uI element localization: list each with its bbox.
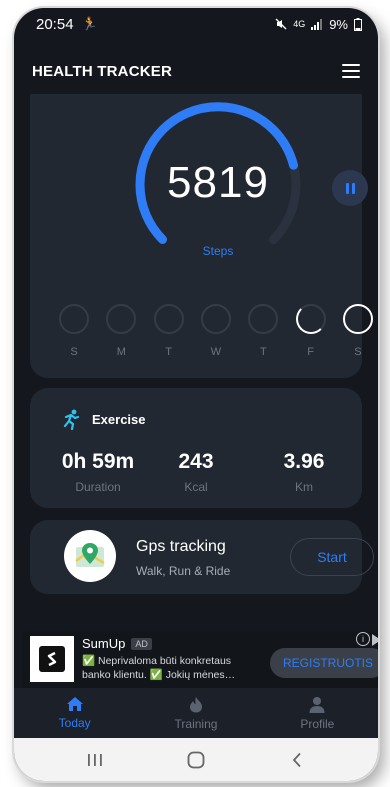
day-label: W: [210, 346, 222, 358]
network-label: 4G: [293, 19, 306, 29]
nav-today[interactable]: Today: [14, 688, 135, 738]
map-pin-icon: [64, 530, 116, 582]
battery-icon: [354, 17, 362, 31]
menu-icon[interactable]: [342, 64, 360, 78]
day-ring: [153, 304, 184, 334]
exercise-card[interactable]: Exercise 0h 59m Duration 243 Kcal 3.96 K…: [30, 388, 362, 508]
week-days: S M T W T F S: [58, 304, 374, 358]
recent-apps-button[interactable]: [75, 745, 115, 775]
day-ring: [59, 304, 89, 334]
battery-percent: 9%: [329, 16, 348, 32]
duration-label: Duration: [75, 480, 121, 494]
day-label: T: [259, 346, 267, 358]
adchoices-icon[interactable]: [372, 634, 378, 646]
running-icon: [63, 409, 80, 430]
home-circle-icon: [187, 751, 205, 768]
day-item: S: [58, 304, 90, 358]
day-ring: [200, 304, 231, 334]
km-value: 3.96: [283, 450, 325, 473]
recent-apps-icon: [87, 753, 102, 766]
day-label: S: [354, 346, 362, 358]
system-nav-bar: [14, 738, 378, 781]
day-item: T: [247, 304, 279, 358]
nav-profile-label: Profile: [300, 716, 335, 731]
ad-name: SumUp: [82, 636, 126, 651]
kcal-label: Kcal: [184, 480, 208, 494]
duration-value: 0h 59m: [61, 450, 135, 473]
day-label: S: [70, 346, 78, 358]
kcal-stat: 243 Kcal: [146, 450, 246, 494]
day-item: F: [295, 304, 327, 358]
kcal-value: 243: [178, 450, 214, 473]
day-ring: [295, 304, 326, 334]
nav-profile[interactable]: Profile: [257, 688, 378, 738]
nav-training[interactable]: Training: [135, 688, 256, 738]
ad-title-row: SumUp AD: [82, 636, 152, 651]
steps-card: 5819 Steps S M T W T F S: [30, 94, 373, 378]
running-icon: 🏃: [81, 16, 98, 31]
day-ring: [248, 304, 279, 334]
day-item: T: [153, 304, 185, 358]
ad-badge: AD: [131, 637, 152, 650]
km-stat: 3.96 Km: [254, 450, 354, 494]
ad-logo: [30, 636, 74, 682]
pause-button[interactable]: [332, 170, 368, 206]
home-button[interactable]: [176, 745, 216, 775]
back-icon: [293, 752, 301, 767]
day-ring: [342, 304, 373, 334]
duration-stat: 0h 59m Duration: [48, 450, 148, 494]
signal-icon: [311, 18, 323, 30]
bottom-nav: Today Training Profile: [14, 688, 378, 738]
status-time: 20:54: [36, 15, 74, 33]
sumup-logo-icon: [39, 646, 65, 672]
steps-label: Steps: [202, 244, 234, 258]
status-bar: 20:54 🏃 4G 9%: [14, 8, 378, 40]
day-ring: [106, 304, 137, 334]
info-icon[interactable]: i: [356, 632, 370, 646]
mute-icon: [275, 18, 287, 30]
exercise-header: Exercise: [60, 408, 146, 430]
phone-screen: 20:54 🏃 4G 9% HEALTH TRACKER 5819 Steps …: [14, 8, 378, 781]
back-button[interactable]: [277, 745, 317, 775]
gps-title: Gps tracking: [136, 538, 226, 555]
exercise-title: Exercise: [92, 411, 146, 427]
start-button[interactable]: Start: [290, 538, 374, 576]
day-label: T: [165, 346, 173, 358]
gps-subtitle: Walk, Run & Ride: [136, 564, 231, 578]
flame-icon: [189, 696, 202, 712]
day-label: F: [307, 346, 314, 358]
app-bar: HEALTH TRACKER: [14, 48, 378, 94]
ad-text: ✅ Neprivaloma būti konkretaus banko klie…: [82, 655, 236, 681]
day-label: M: [116, 346, 126, 358]
day-item: W: [200, 304, 232, 358]
day-item: S: [342, 304, 374, 358]
gps-card[interactable]: Gps tracking Walk, Run & Ride Start: [30, 520, 374, 594]
ad-banner[interactable]: SumUp AD ✅ Neprivaloma būti konkretaus b…: [22, 630, 378, 688]
steps-count: 5819: [167, 158, 269, 207]
person-icon: [309, 696, 325, 713]
nav-today-label: Today: [58, 716, 91, 730]
day-item: M: [105, 304, 137, 358]
ad-cta-button[interactable]: REGISTRUOTIS: [270, 648, 378, 678]
status-icons: 4G 9%: [275, 17, 362, 32]
app-title: HEALTH TRACKER: [32, 62, 173, 80]
km-label: Km: [295, 480, 313, 494]
nav-training-label: Training: [174, 716, 218, 731]
home-icon: [66, 697, 83, 711]
